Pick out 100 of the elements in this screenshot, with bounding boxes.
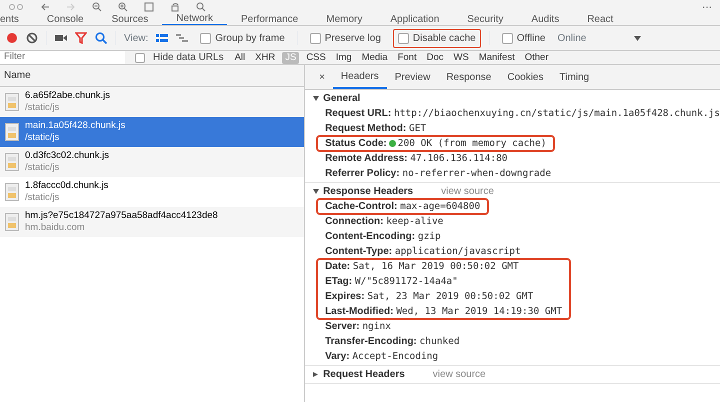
type-filter[interactable]: XHR bbox=[252, 52, 278, 64]
devtools-tab[interactable]: Audits bbox=[517, 14, 574, 25]
section-title[interactable]: General bbox=[323, 91, 360, 106]
view-source-link[interactable]: view source bbox=[432, 367, 486, 382]
header-name: Cache-Control: bbox=[325, 200, 398, 214]
detail-tab[interactable]: Preview bbox=[386, 65, 438, 89]
header-value: 200 OK (from memory cache) bbox=[398, 137, 546, 151]
header-value: 47.106.136.114:80 bbox=[410, 152, 508, 166]
header-value: chunked bbox=[420, 335, 460, 349]
header-value: no-referrer-when-downgrade bbox=[402, 167, 552, 181]
waterfall-icon[interactable] bbox=[176, 33, 188, 43]
type-filter[interactable]: Font bbox=[394, 52, 420, 64]
js-file-icon bbox=[5, 123, 19, 141]
fit-page-icon[interactable] bbox=[144, 2, 154, 12]
back-arrow-icon[interactable] bbox=[40, 3, 50, 11]
devtools-tab[interactable]: Application bbox=[376, 14, 454, 25]
header-value: gzip bbox=[418, 230, 441, 244]
header-name: Server: bbox=[325, 320, 360, 334]
header-name: Request Method: bbox=[325, 122, 406, 136]
type-filter[interactable]: Other bbox=[522, 52, 552, 64]
header-value: Accept-Encoding bbox=[352, 350, 438, 364]
view-source-link[interactable]: view source bbox=[441, 184, 494, 199]
type-filter[interactable]: Manifest bbox=[476, 52, 518, 64]
checkbox[interactable] bbox=[502, 32, 513, 44]
checkbox-label: Group by frame bbox=[215, 32, 285, 46]
file-path: /static/js bbox=[25, 132, 60, 144]
file-name: hm.js?e75c184727a975aa58adf4acc4123de8 bbox=[25, 210, 218, 222]
devtools-tab[interactable]: Security bbox=[453, 14, 518, 25]
expanded-triangle-icon[interactable] bbox=[313, 189, 320, 194]
header-name: Request URL: bbox=[325, 107, 392, 121]
header-value: Sat, 23 Mar 2019 00:50:02 GMT bbox=[367, 290, 534, 304]
more-menu[interactable]: ··· bbox=[702, 0, 712, 14]
type-filter[interactable]: WS bbox=[450, 52, 472, 64]
header-name: Referrer Policy: bbox=[325, 167, 400, 181]
header-name: Status Code: bbox=[325, 137, 387, 151]
request-row[interactable]: main.1a05f428.chunk.js /static/js bbox=[0, 117, 304, 147]
search-icon[interactable] bbox=[196, 2, 206, 12]
type-filter[interactable]: Doc bbox=[424, 52, 446, 64]
file-name: 1.8faccc0d.chunk.js bbox=[25, 180, 108, 192]
detail-tab[interactable]: Timing bbox=[551, 65, 598, 89]
js-file-icon bbox=[5, 153, 19, 171]
list-view-icon[interactable] bbox=[156, 33, 168, 43]
camera-icon[interactable] bbox=[55, 33, 67, 43]
request-row[interactable]: hm.js?e75c184727a975aa58adf4acc4123de8 hm.baidu.com bbox=[0, 207, 304, 237]
column-header[interactable]: Name bbox=[0, 65, 304, 87]
section-title[interactable]: Request Headers bbox=[323, 367, 405, 382]
type-filter[interactable]: Media bbox=[358, 52, 391, 64]
detail-tab[interactable]: Headers bbox=[332, 65, 387, 89]
window-dots-icon bbox=[8, 3, 24, 11]
close-button[interactable]: × bbox=[311, 65, 333, 89]
header-name: Content-Encoding: bbox=[325, 230, 416, 244]
file-path: /static/js bbox=[25, 162, 60, 174]
devtools-tab[interactable]: Console bbox=[32, 14, 98, 25]
header-value: Wed, 13 Mar 2019 14:19:30 GMT bbox=[396, 305, 562, 319]
file-path: /static/js bbox=[25, 102, 60, 114]
header-value: GET bbox=[408, 122, 426, 136]
expanded-triangle-icon[interactable] bbox=[313, 96, 320, 101]
type-filter[interactable]: Img bbox=[332, 52, 355, 64]
filter-input[interactable]: Filter bbox=[0, 51, 125, 64]
file-path: hm.baidu.com bbox=[25, 222, 86, 234]
js-file-icon bbox=[5, 213, 19, 231]
header-name: Remote Address: bbox=[325, 152, 408, 166]
devtools-tab[interactable]: Memory bbox=[312, 14, 376, 25]
devtools-tab[interactable]: Sources bbox=[98, 14, 162, 25]
checkbox[interactable] bbox=[310, 32, 321, 44]
header-name: Transfer-Encoding: bbox=[325, 335, 417, 349]
header-name: Expires: bbox=[325, 290, 365, 304]
request-row[interactable]: 0.d3fc3c02.chunk.js /static/js bbox=[0, 147, 304, 177]
file-name: 0.d3fc3c02.chunk.js bbox=[25, 150, 109, 162]
filter-icon[interactable] bbox=[75, 32, 87, 44]
file-path: /static/js bbox=[25, 192, 60, 204]
file-name: main.1a05f428.chunk.js bbox=[25, 120, 126, 132]
zoom-out-icon[interactable] bbox=[92, 2, 102, 12]
detail-tab[interactable]: Cookies bbox=[499, 65, 552, 89]
dropdown-caret-icon[interactable] bbox=[634, 36, 642, 40]
checkbox-label: Preserve log bbox=[324, 32, 381, 46]
checkbox[interactable] bbox=[200, 32, 212, 44]
detail-tab[interactable]: Response bbox=[438, 65, 500, 89]
js-file-icon bbox=[5, 93, 19, 111]
header-value: max-age=604800 bbox=[400, 200, 480, 214]
file-name: 6.a65f2abe.chunk.js bbox=[25, 90, 110, 102]
devtools-tab[interactable]: React bbox=[573, 14, 628, 25]
throttling-dropdown[interactable]: Online bbox=[557, 30, 586, 46]
header-name: Last-Modified: bbox=[325, 305, 394, 319]
checkbox-label: Hide data URLs bbox=[152, 51, 225, 65]
zoom-in-icon[interactable] bbox=[118, 2, 128, 12]
request-row[interactable]: 6.a65f2abe.chunk.js /static/js bbox=[0, 87, 304, 117]
checkbox[interactable] bbox=[135, 52, 145, 62]
record-icon[interactable] bbox=[6, 32, 18, 44]
section-title[interactable]: Response Headers bbox=[323, 184, 414, 199]
clear-icon[interactable] bbox=[26, 32, 38, 44]
collapsed-triangle-icon[interactable] bbox=[313, 372, 320, 377]
type-filter[interactable]: All bbox=[232, 52, 248, 64]
search-icon[interactable] bbox=[95, 32, 107, 44]
devtools-tab[interactable]: Performance bbox=[226, 14, 312, 25]
header-name: ETag: bbox=[325, 275, 352, 289]
type-filter[interactable]: CSS bbox=[303, 52, 329, 64]
checkbox[interactable] bbox=[398, 32, 409, 44]
devtools-tab[interactable]: ents bbox=[0, 14, 33, 25]
view-label: View: bbox=[124, 32, 148, 46]
